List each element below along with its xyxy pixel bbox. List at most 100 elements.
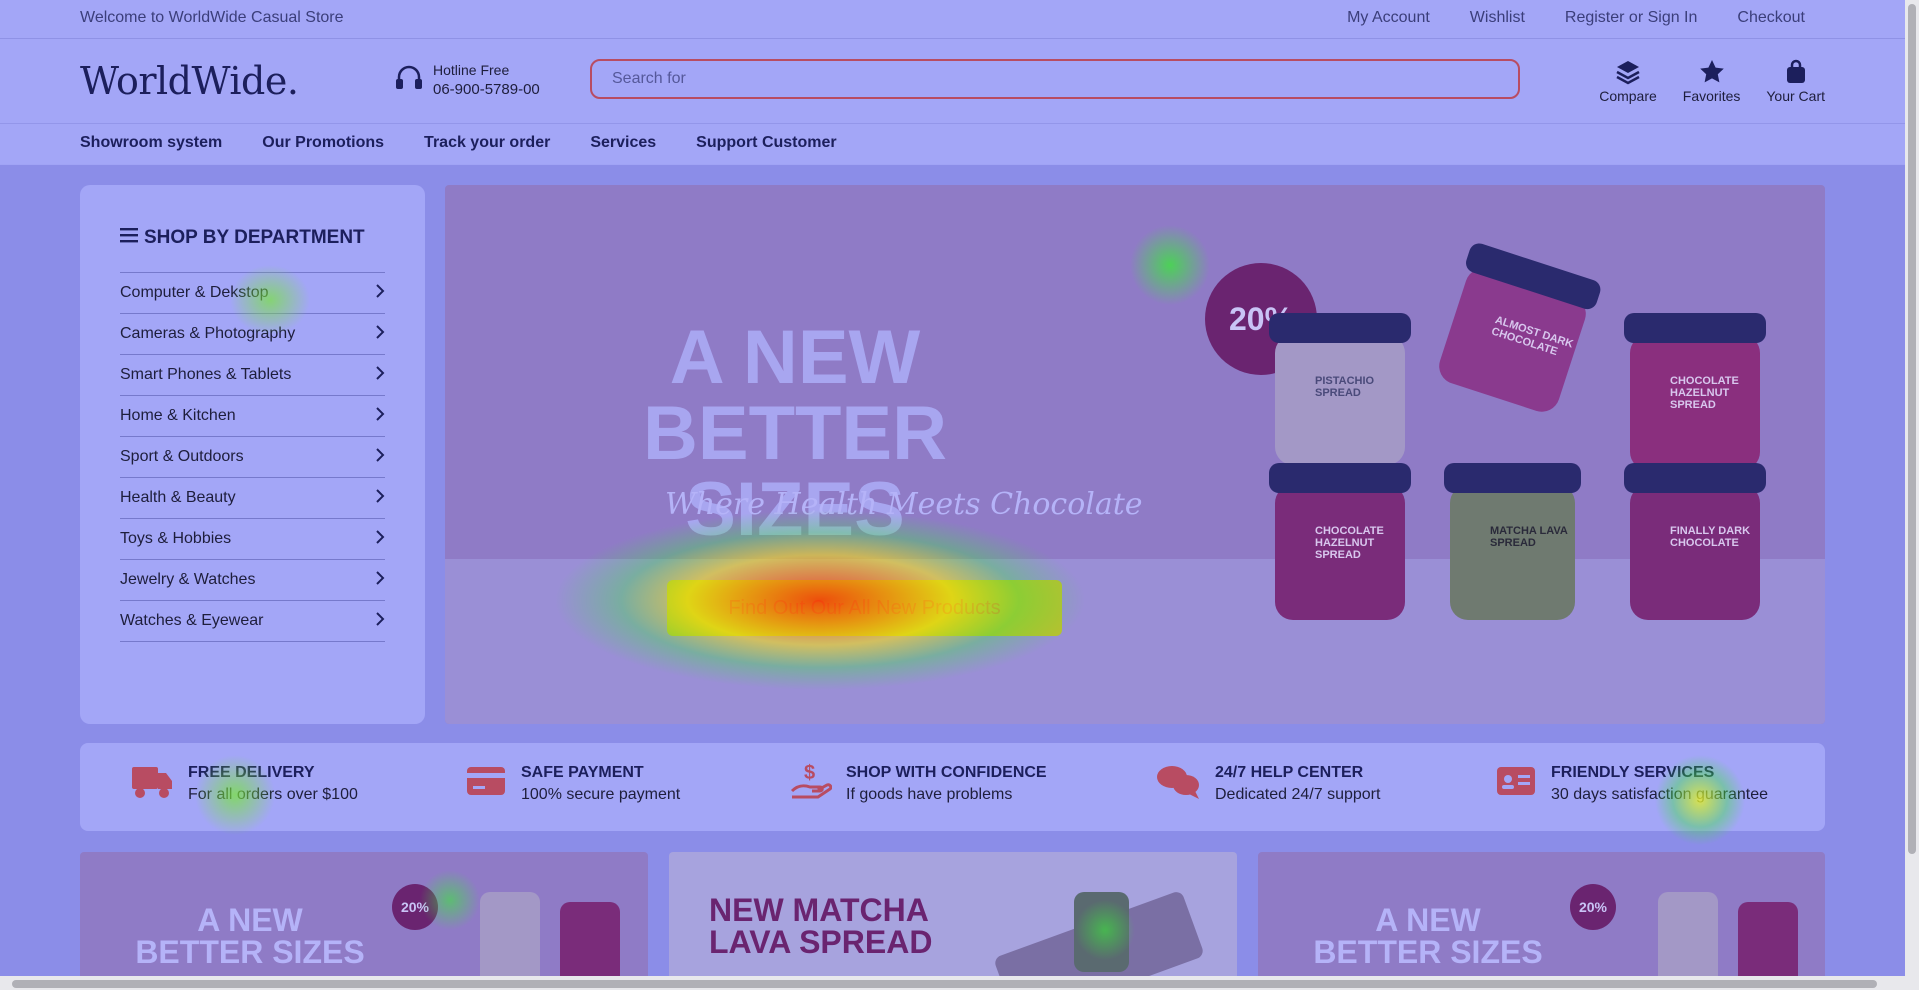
horizontal-scrollbar[interactable] (0, 976, 1905, 990)
feature-item: 24/7 HELP CENTER Dedicated 24/7 support (1155, 761, 1380, 806)
feature-item: SAFE PAYMENT 100% secure payment (465, 761, 680, 806)
register-signin-link[interactable]: Register or Sign In (1565, 9, 1698, 27)
jar-lid (1269, 313, 1411, 343)
feature-title: FRIENDLY SERVICES (1551, 763, 1715, 781)
promo-badge: 20% (392, 884, 438, 930)
promo-card[interactable]: NEW MATCHA LAVA SPREAD (669, 852, 1237, 990)
promo-line1: A NEW (197, 902, 303, 938)
hotline-label: Hotline Free (433, 62, 510, 78)
dept-item-label: Cameras & Photography (120, 325, 296, 342)
dept-item[interactable]: Computer & Dekstop (120, 273, 385, 314)
nav-support[interactable]: Support Customer (696, 134, 836, 152)
dept-item-label: Sport & Outdoors (120, 448, 244, 465)
dept-item[interactable]: Cameras & Photography (120, 314, 385, 355)
vertical-scrollbar[interactable] (1905, 0, 1919, 990)
favorites-label: Favorites (1682, 88, 1741, 104)
feature-subtitle: Dedicated 24/7 support (1215, 785, 1381, 803)
banner-floor (445, 559, 1825, 724)
header-actions: Compare Favorites Your Cart (1599, 59, 1825, 104)
search-input[interactable] (590, 59, 1520, 99)
promo-line2: BETTER SIZES (135, 934, 365, 970)
dept-item-label: Toys & Hobbies (120, 530, 232, 547)
hero-banner[interactable]: A NEW BETTER SIZES Where Health Meets Ch… (445, 185, 1825, 724)
feature-title: 24/7 HELP CENTER (1215, 763, 1364, 781)
hotline-number: 06-900-5789-00 (433, 81, 540, 98)
nav-track-order[interactable]: Track your order (424, 134, 550, 152)
chevron-right-icon (375, 406, 385, 427)
department-menu: SHOP BY DEPARTMENT Computer & Dekstop Ca… (80, 185, 425, 724)
promo-line1: NEW MATCHA (709, 892, 929, 928)
compare-button[interactable]: Compare (1599, 59, 1657, 104)
dept-item[interactable]: Health & Beauty (120, 478, 385, 519)
dept-item[interactable]: Jewelry & Watches (120, 560, 385, 601)
shop-new-products-button[interactable]: Find Out Our All New Products (667, 580, 1062, 636)
dept-item-label: Home & Kitchen (120, 407, 236, 424)
chevron-right-icon (375, 570, 385, 591)
credit-card-icon (465, 761, 507, 806)
jar-lid (1463, 240, 1603, 312)
feature-item: FREE DELIVERY For all orders over $100 (130, 761, 358, 806)
logo[interactable]: WorldWide. (80, 59, 299, 103)
jar-matcha: MATCHA LAVA SPREAD (1444, 463, 1581, 620)
jar-chocolate-hazelnut-top: CHOCOLATE HAZELNUT SPREAD (1624, 313, 1766, 470)
promo-jar (1074, 892, 1129, 972)
jar-label: ALMOST DARK CHOCOLATE (1489, 314, 1575, 359)
layers-icon (1615, 59, 1641, 88)
checkout-link[interactable]: Checkout (1737, 9, 1805, 27)
chevron-right-icon (375, 611, 385, 632)
dept-item[interactable]: Sport & Outdoors (120, 437, 385, 478)
cart-label: Your Cart (1766, 88, 1825, 104)
dept-item-label: Health & Beauty (120, 489, 236, 506)
bag-icon (1783, 59, 1809, 88)
chat-icon (1155, 761, 1201, 806)
promo-line2: BETTER SIZES (1313, 934, 1543, 970)
my-account-link[interactable]: My Account (1347, 9, 1430, 27)
header: WorldWide. Hotline Free 06-900-5789-00 C… (0, 39, 1905, 124)
jar-lid (1624, 313, 1766, 343)
svg-text:$: $ (804, 762, 815, 784)
top-links: My Account Wishlist Register or Sign In … (1347, 9, 1805, 27)
feature-subtitle: For all orders over $100 (188, 785, 358, 803)
promo-card[interactable]: A NEW BETTER SIZES 20% (80, 852, 648, 990)
feature-subtitle: 30 days satisfaction guarantee (1551, 785, 1769, 803)
jar-pistachio: PISTACHIO SPREAD (1269, 313, 1411, 465)
nav-promotions[interactable]: Our Promotions (262, 134, 384, 152)
promo-badge: 20% (1570, 884, 1616, 930)
banner-headline-line2: BETTER SIZES (643, 391, 947, 552)
feature-title: SAFE PAYMENT (521, 763, 644, 781)
dept-item-label: Jewelry & Watches (120, 571, 256, 588)
horizontal-scroll-thumb[interactable] (12, 980, 1877, 988)
promo-line2: LAVA SPREAD (709, 924, 933, 960)
vertical-scroll-thumb[interactable] (1908, 4, 1916, 854)
jar-label: MATCHA LAVA SPREAD (1490, 525, 1568, 549)
nav-showroom[interactable]: Showroom system (80, 134, 222, 152)
nav-services[interactable]: Services (590, 134, 656, 152)
promo-headline: NEW MATCHA LAVA SPREAD (709, 894, 932, 958)
wishlist-link[interactable]: Wishlist (1470, 9, 1525, 27)
chevron-right-icon (375, 324, 385, 345)
jar-finally-dark: FINALLY DARK CHOCOLATE (1624, 463, 1766, 620)
promo-card[interactable]: A NEW BETTER SIZES 20% (1258, 852, 1825, 990)
jar-label: PISTACHIO SPREAD (1315, 375, 1375, 399)
menu-icon (120, 227, 138, 249)
features-bar: FREE DELIVERY For all orders over $100 SA… (80, 743, 1825, 831)
compare-label: Compare (1599, 88, 1657, 104)
favorites-button[interactable]: Favorites (1682, 59, 1741, 104)
dept-item[interactable]: Home & Kitchen (120, 396, 385, 437)
dept-item-label: Watches & Eyewear (120, 612, 264, 629)
dept-item[interactable]: Smart Phones & Tablets (120, 355, 385, 396)
dept-item-label: Computer & Dekstop (120, 284, 269, 301)
promo-line1: A NEW (1375, 902, 1481, 938)
chevron-right-icon (375, 283, 385, 304)
dept-item[interactable]: Watches & Eyewear (120, 601, 385, 642)
id-card-icon (1495, 761, 1537, 806)
cart-button[interactable]: Your Cart (1766, 59, 1825, 104)
feature-subtitle: If goods have problems (846, 785, 1013, 803)
hotline: Hotline Free 06-900-5789-00 (393, 61, 540, 99)
headset-icon (393, 62, 425, 99)
promo-headline: A NEW BETTER SIZES (1298, 904, 1558, 968)
dept-item[interactable]: Toys & Hobbies (120, 519, 385, 560)
jar-lid (1444, 463, 1581, 493)
banner-subtitle: Where Health Meets Chocolate (665, 487, 1143, 522)
feature-item: $ SHOP WITH CONFIDENCE If goods have prob… (790, 761, 1047, 806)
